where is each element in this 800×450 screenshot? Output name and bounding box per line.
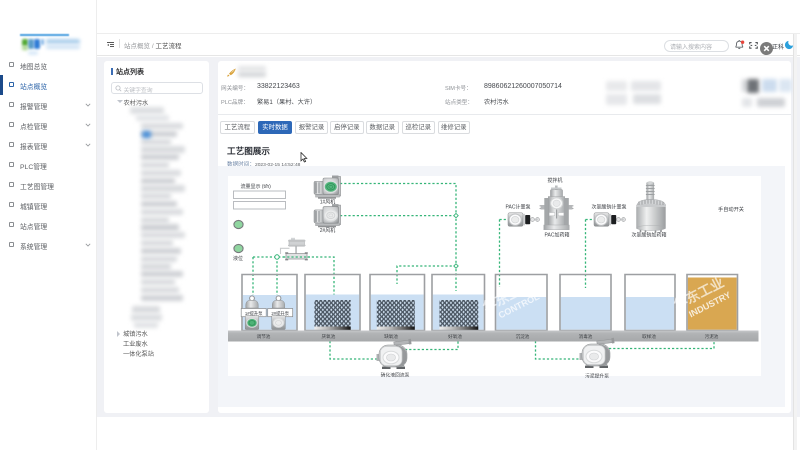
- svg-text:PAC计量泵: PAC计量泵: [506, 204, 531, 211]
- svg-text:硝化液回流泵: 硝化液回流泵: [381, 372, 410, 379]
- svg-text:液位: 液位: [233, 255, 243, 262]
- svg-text:缺氧池: 缺氧池: [384, 333, 398, 340]
- svg-text:2#风机: 2#风机: [320, 227, 336, 234]
- svg-text:沉淀池: 沉淀池: [516, 333, 530, 340]
- svg-text:次氯酸钠加药箱: 次氯酸钠加药箱: [631, 232, 666, 239]
- svg-text:流量显示 (t/h): 流量显示 (t/h): [241, 183, 272, 190]
- svg-text:搅拌机: 搅拌机: [547, 177, 562, 184]
- svg-text:PAC加药箱: PAC加药箱: [545, 232, 570, 239]
- svg-text:污泥池: 污泥池: [705, 333, 719, 340]
- svg-text:调节池: 调节池: [257, 333, 271, 340]
- svg-text:污泥提升泵: 污泥提升泵: [585, 373, 609, 380]
- svg-text:手自动开关: 手自动开关: [718, 205, 744, 213]
- svg-text:消毒池: 消毒池: [579, 333, 593, 340]
- svg-text:好氧池: 好氧池: [448, 333, 462, 340]
- svg-text:厌氧池: 厌氧池: [322, 333, 336, 340]
- svg-text:次氯酸钠计量泵: 次氯酸钠计量泵: [591, 204, 626, 211]
- svg-text:取样池: 取样池: [642, 333, 656, 340]
